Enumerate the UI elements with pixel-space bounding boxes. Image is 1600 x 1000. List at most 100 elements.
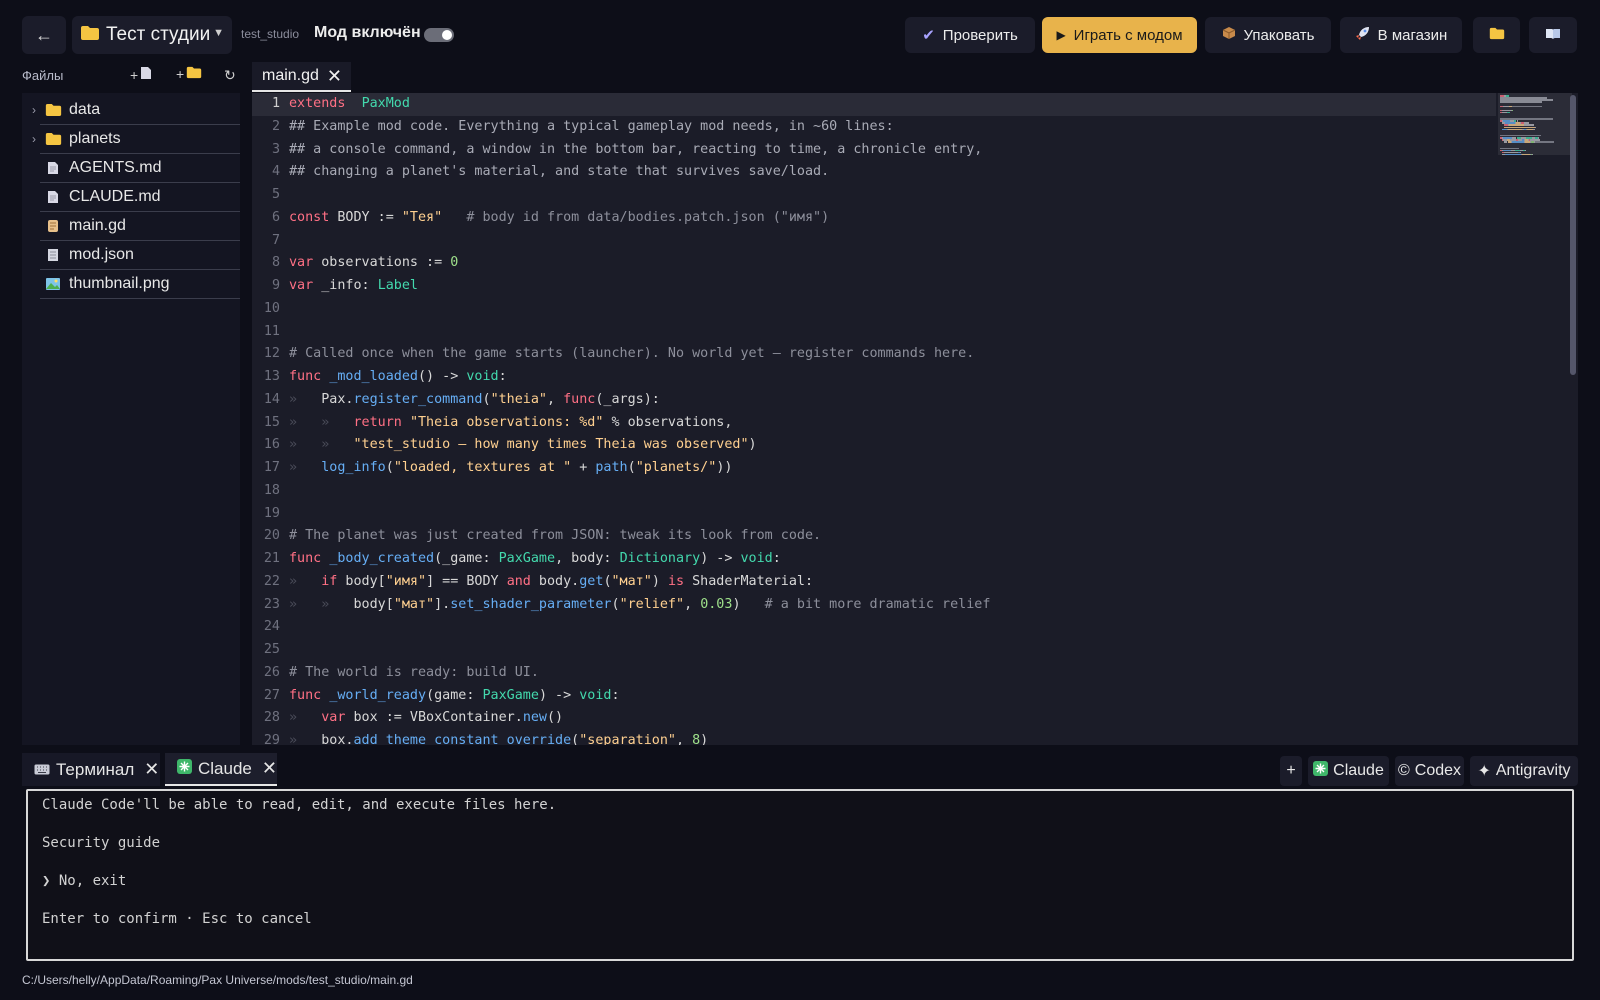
book-icon bbox=[1545, 27, 1561, 44]
code-line: 18 bbox=[252, 480, 1496, 503]
vertical-scrollbar[interactable] bbox=[1570, 95, 1576, 375]
minimap-stroke bbox=[1534, 126, 1536, 128]
back-button[interactable]: ← bbox=[22, 16, 66, 54]
pack-button-label: Упаковать bbox=[1243, 26, 1315, 44]
tab-label: Claude bbox=[198, 758, 252, 778]
terminal-line: Claude Code'll be able to read, edit, an… bbox=[42, 797, 557, 813]
code-text: » » body["мат"].set_shader_parameter("re… bbox=[289, 596, 991, 612]
new-claude-button[interactable]: Claude bbox=[1308, 756, 1389, 786]
file-tree: › data › planets AGENTS.md CLAUDE.md mai… bbox=[22, 93, 240, 745]
tab-terminal[interactable]: Терминал ✕ bbox=[22, 753, 160, 786]
bottom-tab-bar: Терминал ✕ Claude ✕ + Claude © Codex ✦ A… bbox=[22, 753, 1578, 789]
line-number: 27 bbox=[263, 687, 280, 703]
play-with-mod-button[interactable]: ▶ Играть с модом bbox=[1042, 17, 1197, 53]
tab-main-gd[interactable]: main.gd ✕ bbox=[252, 62, 351, 92]
terminal-output[interactable]: Claude Code'll be able to read, edit, an… bbox=[26, 789, 1574, 961]
codex-icon: © bbox=[1397, 762, 1410, 779]
add-session-button[interactable]: + bbox=[1280, 756, 1302, 786]
files-title: Файлы bbox=[22, 68, 64, 83]
line-number: 14 bbox=[263, 391, 280, 407]
code-text: # The world is ready: build UI. bbox=[289, 664, 539, 680]
terminal-option-selected[interactable]: ❯ No, exit bbox=[42, 873, 126, 889]
line-number: 26 bbox=[263, 664, 280, 680]
code-text: var _info: Label bbox=[289, 278, 418, 293]
code-text: » var box := VBoxContainer.new() bbox=[289, 710, 564, 726]
close-icon[interactable]: ✕ bbox=[262, 758, 277, 779]
code-line: 17 » log_info("loaded, textures at " + pa… bbox=[252, 457, 1496, 480]
mod-enabled-toggle[interactable] bbox=[424, 28, 454, 42]
code-line: 13 func _mod_loaded() -> void: bbox=[252, 366, 1496, 389]
pack-button[interactable]: Упаковать bbox=[1205, 17, 1331, 53]
code-line: 3 ## a console command, a window in the b… bbox=[252, 139, 1496, 162]
code-line: 11 bbox=[252, 321, 1496, 344]
line-number: 3 bbox=[271, 141, 280, 157]
code-line: 7 bbox=[252, 230, 1496, 253]
folder-icon bbox=[80, 25, 100, 46]
minimap-stroke bbox=[1512, 109, 1514, 112]
tree-item-mod-json[interactable]: mod.json bbox=[40, 241, 240, 270]
rocket-icon bbox=[1355, 26, 1370, 45]
code-line: 28 » var box := VBoxContainer.new() bbox=[252, 707, 1496, 730]
code-text: func _body_created(_game: PaxGame, body:… bbox=[289, 551, 781, 566]
open-folder-button[interactable] bbox=[1473, 17, 1520, 53]
tree-item-thumbnail-png[interactable]: thumbnail.png bbox=[40, 270, 240, 299]
new-file-button[interactable]: + bbox=[130, 66, 152, 83]
line-number: 25 bbox=[263, 642, 280, 657]
image-icon bbox=[44, 277, 62, 291]
line-number: 23 bbox=[263, 596, 280, 612]
code-line: 22 » if body["имя"] == BODY and body.get(… bbox=[252, 571, 1496, 594]
plus-icon: + bbox=[1286, 762, 1296, 779]
code-line: 14 » Pax.register_command("theia", func(_… bbox=[252, 389, 1496, 412]
plus-icon: + bbox=[130, 66, 139, 83]
refresh-icon[interactable]: ↻ bbox=[224, 67, 236, 84]
line-number: 6 bbox=[271, 209, 280, 225]
minimap-stroke bbox=[1522, 153, 1530, 156]
agent-label: Codex bbox=[1414, 762, 1462, 779]
new-codex-button[interactable]: © Codex bbox=[1395, 756, 1464, 786]
store-button[interactable]: В магазин bbox=[1340, 17, 1462, 53]
code-line: 19 bbox=[252, 503, 1496, 526]
minimap-stroke bbox=[1511, 141, 1525, 143]
studio-selector[interactable]: Тест студии ▼ bbox=[72, 16, 232, 54]
tab-claude[interactable]: Claude ✕ bbox=[165, 753, 277, 786]
new-folder-button[interactable]: + bbox=[176, 66, 202, 82]
minimap-stroke bbox=[1532, 153, 1534, 156]
line-number: 2 bbox=[271, 118, 280, 134]
code-text: func _mod_loaded() -> void: bbox=[289, 369, 507, 384]
code-text: » » return "Theia observations: %d" % ob… bbox=[289, 414, 733, 430]
sparkle-icon: ✦ bbox=[1477, 763, 1491, 780]
line-number: 16 bbox=[263, 437, 280, 453]
minimap-stroke bbox=[1525, 149, 1527, 152]
minimap-stroke bbox=[1506, 111, 1510, 114]
play-button-label: Играть с модом bbox=[1073, 26, 1183, 44]
tree-item-label: data bbox=[69, 101, 101, 118]
docs-button[interactable] bbox=[1529, 17, 1577, 53]
close-icon[interactable]: ✕ bbox=[327, 66, 342, 87]
tree-item-main-gd[interactable]: main.gd bbox=[40, 212, 240, 241]
code-text: # The planet was just created from JSON:… bbox=[289, 528, 822, 544]
code-text: # Called once when the game starts (laun… bbox=[289, 346, 975, 362]
file-path: C:/Users/helly/AppData/Roaming/Pax Unive… bbox=[22, 973, 413, 987]
line-number: 13 bbox=[263, 369, 280, 384]
scroll-icon bbox=[44, 219, 62, 233]
code-text: ## changing a planet's material, and sta… bbox=[289, 164, 830, 180]
code-line: 21 func _body_created(_game: PaxGame, bod… bbox=[252, 548, 1496, 571]
line-number: 15 bbox=[263, 414, 280, 430]
tree-item-claude-md[interactable]: CLAUDE.md bbox=[40, 183, 240, 212]
check-button-label: Проверить bbox=[942, 26, 1018, 44]
code-line: 1 extends PaxMod bbox=[252, 93, 1496, 116]
tree-item-agents-md[interactable]: AGENTS.md bbox=[40, 154, 240, 183]
agent-label: Claude bbox=[1333, 762, 1384, 779]
tree-item-data[interactable]: › data bbox=[32, 96, 240, 125]
keyboard-icon bbox=[34, 760, 50, 780]
code-editor[interactable]: 1 extends PaxMod 2 ## Example mod code. Eve… bbox=[252, 93, 1578, 745]
line-number: 11 bbox=[263, 323, 280, 339]
close-icon[interactable]: ✕ bbox=[144, 759, 159, 780]
editor-tab-label: main.gd bbox=[262, 67, 319, 84]
line-number: 7 bbox=[271, 232, 280, 248]
new-antigravity-button[interactable]: ✦ Antigravity bbox=[1470, 756, 1578, 786]
minimap[interactable] bbox=[1498, 93, 1572, 745]
check-button[interactable]: ✔ Проверить bbox=[905, 17, 1035, 53]
top-bar: ← Тест студии ▼ test_studio Мод включён … bbox=[0, 0, 1600, 70]
tree-item-planets[interactable]: › planets bbox=[32, 125, 240, 154]
